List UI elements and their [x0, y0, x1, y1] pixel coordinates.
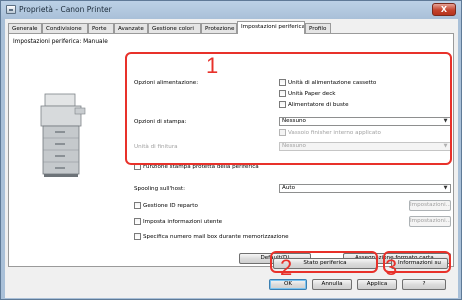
callout-1-number: 1 [206, 53, 219, 78]
dropdown-arrow-icon[interactable]: ▼ [441, 185, 450, 192]
apply-button[interactable]: Applica [357, 279, 397, 290]
help-button[interactable]: ? [402, 279, 446, 290]
tab-device-settings[interactable]: Impostazioni periferica [237, 21, 305, 34]
cancel-button[interactable]: Annulla [312, 279, 352, 290]
spooling-label: Spooling sull'host: [134, 186, 185, 192]
properties-window: Proprietà - Canon Printer X Generale Con… [0, 0, 462, 300]
callout-2-number: 2 [280, 255, 293, 280]
printer-icon [40, 93, 86, 177]
dept-id-label: Gestione ID reparto [143, 203, 198, 209]
dept-id-checkbox[interactable]: Gestione ID reparto [134, 202, 198, 211]
callout-3-number: 3 [385, 255, 398, 280]
window-title: Proprietà - Canon Printer [19, 5, 112, 14]
user-info-box[interactable] [134, 218, 141, 225]
dept-id-settings-button[interactable]: Impostazioni... [409, 200, 451, 211]
close-icon[interactable]: X [432, 3, 456, 16]
spooling-select[interactable]: Auto ▼ [279, 184, 451, 193]
dept-id-box[interactable] [134, 202, 141, 209]
user-info-settings-button[interactable]: Impostazioni... [409, 216, 451, 227]
mailbox-number-label: Specifica numero mail box durante memori… [143, 234, 289, 240]
user-info-checkbox[interactable]: Imposta informazioni utente [134, 218, 222, 227]
mailbox-number-box[interactable] [134, 233, 141, 240]
callout-1-frame [125, 52, 452, 165]
ok-button[interactable]: OK [269, 279, 307, 290]
app-icon [6, 5, 16, 14]
user-info-label: Imposta informazioni utente [143, 219, 223, 225]
panel-title: Impostazioni periferica: Manuale [13, 39, 108, 45]
mailbox-number-checkbox[interactable]: Specifica numero mail box durante memori… [134, 233, 289, 242]
spooling-value: Auto [282, 185, 295, 191]
title-bar[interactable]: Proprietà - Canon Printer X [1, 1, 461, 19]
